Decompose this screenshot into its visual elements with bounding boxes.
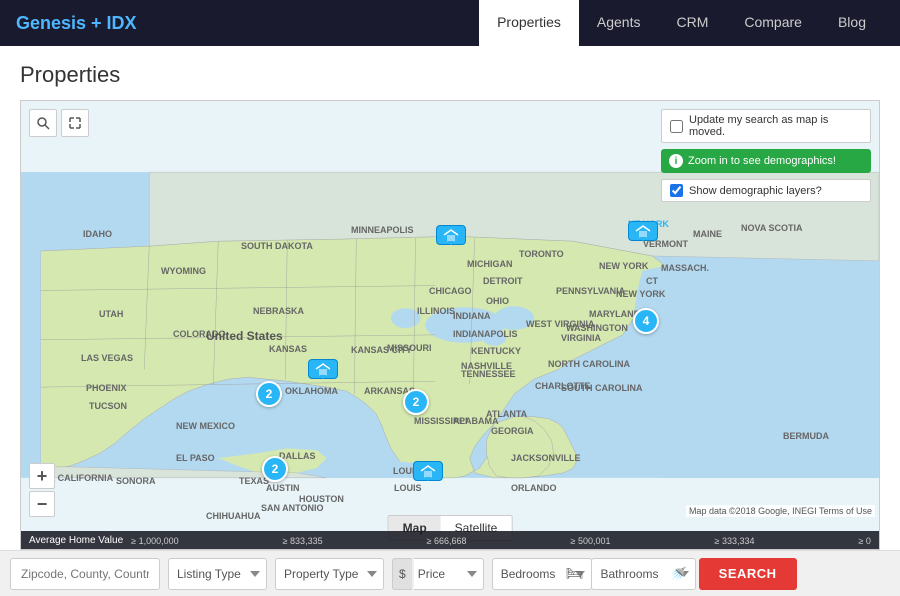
- demographic-layers-label: Show demographic layers?: [689, 185, 822, 197]
- legend-values: ≥ 1,000,000 ≥ 833,335 ≥ 666,668 ≥ 500,00…: [131, 536, 871, 546]
- marker-cluster-1[interactable]: 2: [256, 381, 282, 407]
- info-icon: i: [669, 154, 683, 168]
- main-nav: Properties Agents CRM Compare Blog: [479, 0, 884, 46]
- price-filter-group: $ Price: [392, 558, 484, 590]
- map-container[interactable]: IDAHO WYOMING UTAH COLORADO KANSAS NEBRA…: [20, 100, 880, 550]
- map-controls-top-left: [29, 109, 89, 137]
- update-search-row: Update my search as map is moved.: [661, 109, 871, 143]
- legend-val-2: ≥ 666,668: [427, 536, 467, 546]
- marker-cluster-4[interactable]: 4: [633, 308, 659, 334]
- location-input[interactable]: [10, 558, 160, 590]
- zoom-out-button[interactable]: −: [29, 491, 55, 517]
- marker-house-2[interactable]: [413, 461, 443, 481]
- marker-house-3[interactable]: [628, 221, 658, 241]
- marker-house-1[interactable]: [308, 359, 338, 379]
- legend-val-0: ≥ 1,000,000: [131, 536, 178, 546]
- marker-cluster-2[interactable]: 2: [403, 389, 429, 415]
- demographic-layers-row: Show demographic layers?: [661, 179, 871, 202]
- search-map-button[interactable]: [29, 109, 57, 137]
- legend-val-5: ≥ 0: [858, 536, 870, 546]
- nav-item-properties[interactable]: Properties: [479, 0, 579, 46]
- zoom-in-button[interactable]: +: [29, 463, 55, 489]
- search-button[interactable]: SEARCH: [699, 558, 797, 590]
- dollar-sign: $: [392, 558, 412, 590]
- zoom-demographics-text: Zoom in to see demographics!: [688, 155, 836, 167]
- bedrooms-select[interactable]: Bedrooms: [492, 558, 592, 590]
- map-legend: Average Home Value ≥ 1,000,000 ≥ 833,335…: [21, 531, 879, 549]
- map-controls-bottom-left: + −: [29, 463, 55, 517]
- expand-map-button[interactable]: [61, 109, 89, 137]
- property-type-select[interactable]: Property Type: [275, 558, 384, 590]
- map-right-panel: Update my search as map is moved. i Zoom…: [661, 109, 871, 202]
- map-copyright: Map data ©2018 Google, INEGI Terms of Us…: [686, 505, 875, 517]
- bedrooms-filter-group: Bedrooms 🛏: [492, 558, 584, 590]
- header: Genesis + IDX Properties Agents CRM Comp…: [0, 0, 900, 46]
- legend-val-4: ≥ 333,334: [715, 536, 755, 546]
- filter-bar: Listing Type Property Type $ Price Bedro…: [0, 550, 900, 596]
- marker-house-4[interactable]: [436, 225, 466, 245]
- nav-item-agents[interactable]: Agents: [579, 0, 659, 46]
- legend-label: Average Home Value: [29, 535, 123, 546]
- nav-item-blog[interactable]: Blog: [820, 0, 884, 46]
- price-select[interactable]: Price: [414, 558, 484, 590]
- listing-type-select[interactable]: Listing Type: [168, 558, 267, 590]
- bathrooms-filter-group: Bathrooms 🚿: [591, 558, 686, 590]
- logo-text: Genesis + IDX: [16, 13, 137, 33]
- logo: Genesis + IDX: [16, 13, 479, 34]
- nav-item-crm[interactable]: CRM: [658, 0, 726, 46]
- update-search-checkbox[interactable]: [670, 120, 683, 133]
- update-search-label: Update my search as map is moved.: [689, 114, 862, 138]
- legend-val-1: ≥ 833,335: [283, 536, 323, 546]
- nav-item-compare[interactable]: Compare: [726, 0, 820, 46]
- legend-val-3: ≥ 500,001: [571, 536, 611, 546]
- page-title: Properties: [20, 62, 880, 88]
- bathrooms-select[interactable]: Bathrooms: [591, 558, 696, 590]
- marker-cluster-3[interactable]: 2: [262, 456, 288, 482]
- zoom-demographics-banner: i Zoom in to see demographics!: [661, 149, 871, 173]
- demographic-layers-checkbox[interactable]: [670, 184, 683, 197]
- page-content: Properties: [0, 46, 900, 550]
